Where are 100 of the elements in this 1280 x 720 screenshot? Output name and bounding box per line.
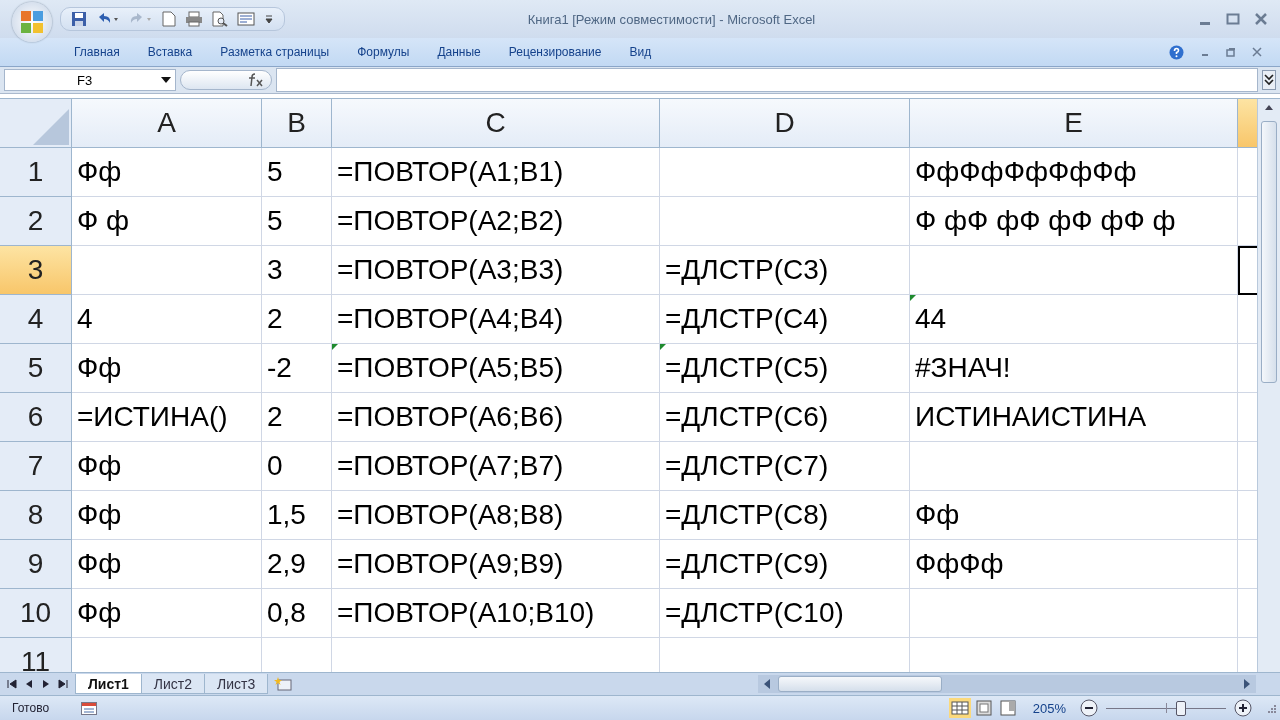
function-button[interactable] [180,70,272,90]
table-cell: Фф [72,344,262,393]
ribbon-tab[interactable]: Вид [615,42,666,62]
ribbon-tab[interactable]: Данные [423,42,495,62]
vertical-scrollbar[interactable] [1257,99,1280,672]
name-box[interactable]: F3 [4,69,176,91]
table-cell: 4 [72,295,262,344]
table-cell: =ПОВТОР(A1;B1) [332,148,660,197]
table-cell: 5 [262,197,332,246]
last-sheet-icon[interactable] [57,678,69,690]
expand-icon[interactable] [1262,70,1276,90]
ribbon-tab[interactable]: Разметка страницы [206,42,344,62]
row-header[interactable]: 6 [0,393,72,442]
save-icon[interactable] [71,11,87,27]
table-cell: 0,8 [262,589,332,638]
table-cell: =ПОВТОР(A4;B4) [332,295,660,344]
column-header[interactable]: A [72,99,262,148]
column-header[interactable]: C [332,99,660,148]
table-cell: Фф [72,540,262,589]
table-cell: Фф [72,148,262,197]
help-icon[interactable] [1169,44,1184,60]
row-header[interactable]: 4 [0,295,72,344]
table-cell: 2 [262,393,332,442]
zoom-slider[interactable] [1106,699,1226,717]
table-cell: Ф ф [72,197,262,246]
office-button[interactable] [12,2,52,42]
table-cell: =ДЛСТР(C9) [660,540,910,589]
dropdown-icon[interactable] [161,77,171,83]
zoom-in-icon[interactable] [1234,699,1252,717]
close-icon[interactable] [1254,12,1268,26]
table-cell: =ДЛСТР(C4) [660,295,910,344]
table-cell: Фф [72,442,262,491]
row-header[interactable]: 1 [0,148,72,197]
macro-record-icon[interactable] [81,701,98,715]
row-header[interactable]: 8 [0,491,72,540]
table-cell: 0 [262,442,332,491]
column-header[interactable]: B [262,99,332,148]
table-cell: =ИСТИНА() [72,393,262,442]
table-cell: Фф [910,491,1238,540]
table-cell: ФфФф [910,540,1238,589]
restore-icon[interactable] [1226,47,1236,57]
table-cell: =ДЛСТР(C5) [660,344,910,393]
table-cell: 2,9 [262,540,332,589]
new-document-icon[interactable] [162,11,176,27]
normal-view-icon[interactable] [948,698,971,718]
ribbon-tab[interactable]: Главная [60,42,134,62]
print-preview-icon[interactable] [212,11,228,27]
maximize-icon[interactable] [1226,12,1240,26]
scroll-left-icon[interactable] [762,678,772,690]
form-icon[interactable] [237,12,255,26]
table-cell: =ПОВТОР(A7;B7) [332,442,660,491]
scroll-right-icon[interactable] [1242,678,1252,690]
sheet-tab[interactable]: Лист3 [204,674,269,694]
ribbon-tab[interactable]: Рецензирование [494,42,616,62]
window-title: Книга1 [Режим совместимости] - Microsoft Excel [526,11,817,27]
sheet-tab[interactable]: Лист1 [75,674,142,694]
table-cell: Фф [72,491,262,540]
table-cell: 2 [262,295,332,344]
horizontal-scrollbar[interactable] [758,675,1256,693]
table-cell: -2 [262,344,332,393]
table-cell: 3 [262,246,332,295]
triangle-icon [31,107,71,147]
table-cell: =ДЛСТР(C3) [660,246,910,295]
table-cell: =ПОВТОР(A8;B8) [332,491,660,540]
printer-icon[interactable] [185,11,203,27]
table-cell: =ДЛСТР(C8) [660,491,910,540]
table-cell: =ПОВТОР(A6;B6) [332,393,660,442]
row-header[interactable]: 3 [0,246,72,295]
table-cell: =ПОВТОР(A2;B2) [332,197,660,246]
function-icon [247,73,265,87]
table-cell: =ПОВТОР(A3;B3) [332,246,660,295]
row-header[interactable]: 9 [0,540,72,589]
column-header[interactable]: E [910,99,1238,148]
row-header[interactable]: 7 [0,442,72,491]
row-header[interactable]: 5 [0,344,72,393]
table-cell: 5 [262,148,332,197]
column-header[interactable]: D [660,99,910,148]
table-cell: =ПОВТОР(A10;B10) [332,589,660,638]
resize-grip-icon[interactable] [1266,703,1276,713]
sheet-tab[interactable]: Лист2 [140,674,206,694]
row-header[interactable]: 10 [0,589,72,638]
close-icon[interactable] [1252,47,1262,57]
table-cell: =ДЛСТР(C7) [660,442,910,491]
zoom-out-icon[interactable] [1080,699,1098,717]
table-cell: =ПОВТОР(A9;B9) [332,540,660,589]
table-cell: 1,5 [262,491,332,540]
formula-input[interactable] [276,68,1258,92]
table-cell: =ДЛСТР(C10) [660,589,910,638]
row-header[interactable]: 2 [0,197,72,246]
zoom-level[interactable]: 205% [1032,700,1066,716]
table-cell: #ЗНАЧ! [910,344,1238,393]
ribbon-tab[interactable]: Формулы [343,42,424,62]
table-cell: 44 [910,295,1238,344]
insert-sheet-icon[interactable] [273,676,294,692]
table-cell: =ДЛСТР(C6) [660,393,910,442]
first-sheet-icon[interactable] [6,678,18,690]
slider-thumb[interactable] [1176,701,1187,716]
customize-icon[interactable] [264,13,274,25]
row-header[interactable]: 11 [0,638,72,672]
ribbon-tab[interactable]: Вставка [133,42,207,62]
